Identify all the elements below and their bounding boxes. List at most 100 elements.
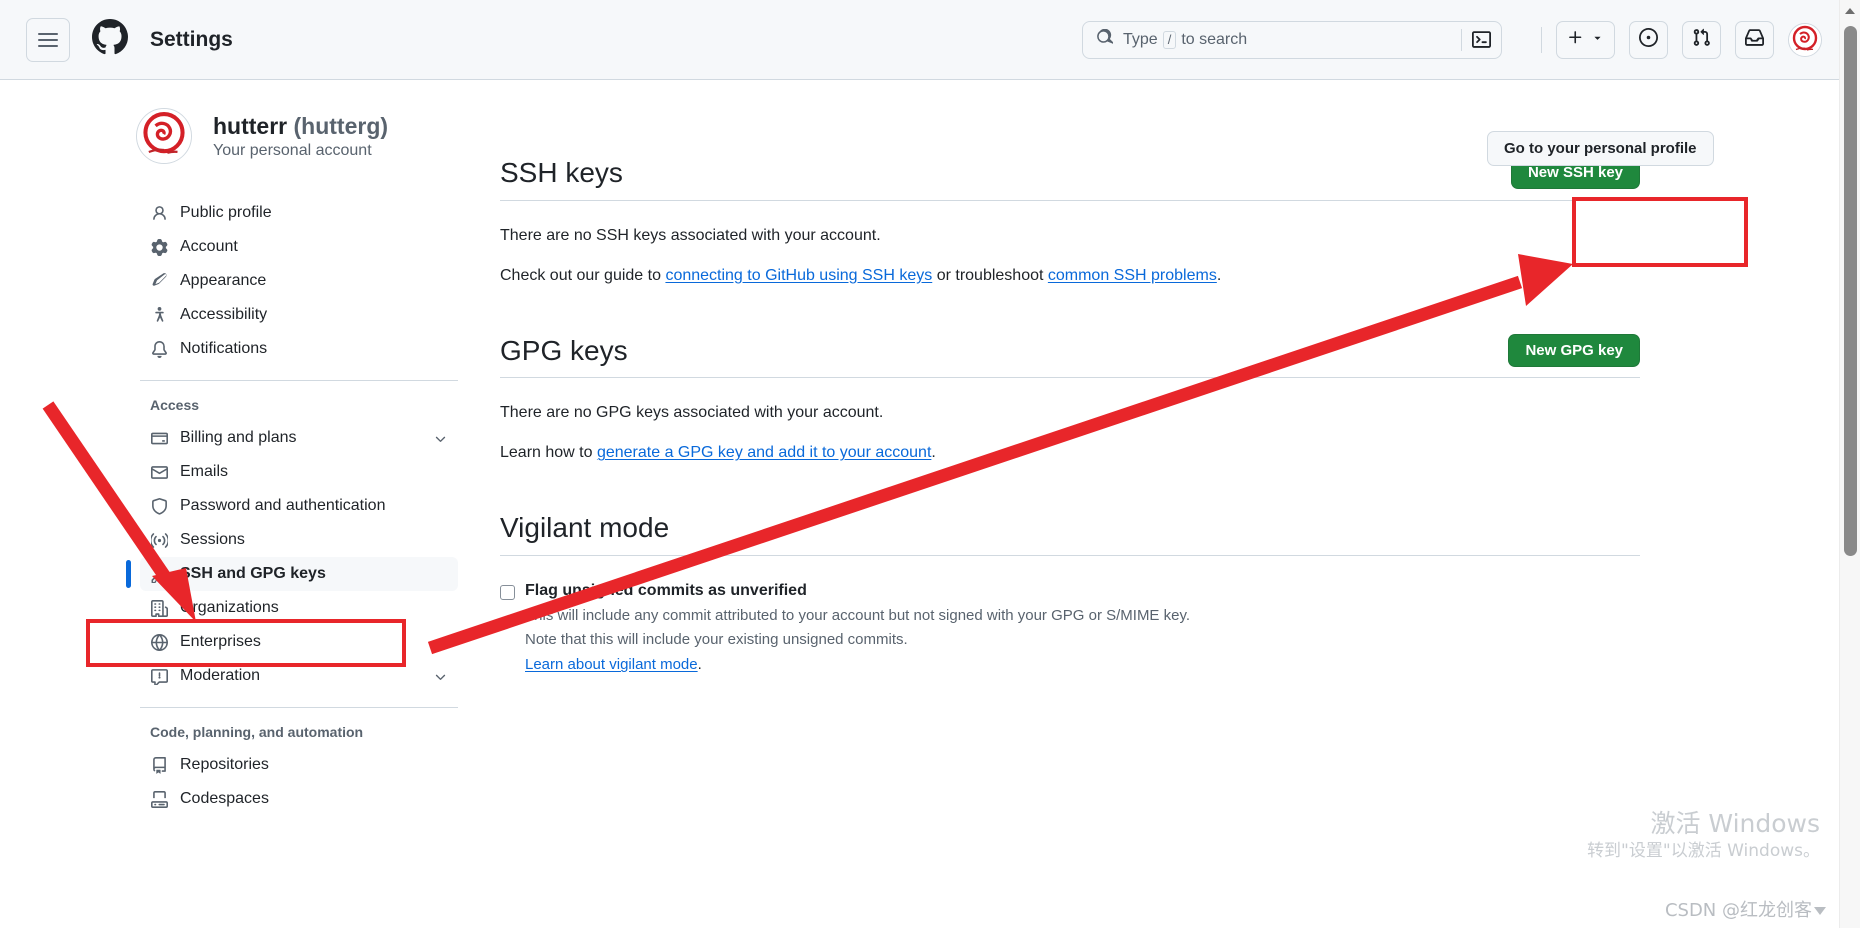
repo-icon bbox=[150, 756, 168, 774]
divider bbox=[140, 707, 458, 708]
sidebar-item-label: Enterprises bbox=[180, 633, 261, 650]
chevron-down-icon bbox=[1591, 31, 1604, 49]
create-new-button[interactable] bbox=[1556, 20, 1615, 59]
profile-handle: (hutterg) bbox=[293, 113, 389, 140]
hamburger-line bbox=[38, 38, 58, 41]
report-icon bbox=[150, 667, 168, 685]
globe-icon bbox=[150, 633, 168, 651]
vigilant-mode-note-2: Note that this will include your existin… bbox=[525, 630, 908, 648]
sidebar-item-emails[interactable]: Emails bbox=[140, 455, 458, 489]
bell-icon bbox=[150, 340, 168, 358]
sidebar-item-label: Emails bbox=[180, 463, 229, 480]
chevron-down-icon[interactable] bbox=[433, 669, 448, 684]
flag-unsigned-commits-label[interactable]: Flag unsigned commits as unverified bbox=[525, 582, 1190, 600]
triangle-up-icon[interactable] bbox=[1840, 0, 1860, 21]
sidebar-section-title: Access bbox=[150, 397, 200, 413]
sidebar-item-billing-and-plans[interactable]: Billing and plans bbox=[140, 421, 458, 455]
key-icon bbox=[150, 565, 168, 583]
connecting-to-github-link[interactable]: connecting to GitHub using SSH keys bbox=[665, 267, 932, 284]
sidebar-item-codespaces[interactable]: Codespaces bbox=[140, 782, 458, 816]
learn-prefix: Learn how to bbox=[500, 444, 597, 462]
guide-suffix: . bbox=[1216, 266, 1222, 284]
inbox-icon bbox=[1745, 28, 1764, 52]
sidebar-item-notifications[interactable]: Notifications bbox=[140, 332, 458, 366]
page-title: Settings bbox=[150, 27, 233, 51]
sidebar-group-access: Access Billing and plans Emails Password… bbox=[126, 397, 458, 693]
shield-lock-icon bbox=[150, 497, 168, 515]
sidebar-item-ssh-and-gpg-keys[interactable]: SSH and GPG keys bbox=[126, 557, 458, 591]
issue-opened-icon bbox=[1639, 27, 1658, 52]
vigilant-mode-header: Vigilant mode bbox=[500, 511, 1640, 556]
sidebar-item-sessions[interactable]: Sessions bbox=[140, 523, 458, 557]
sidebar-group-general: Public profile Account Appearance Access… bbox=[140, 196, 458, 366]
sidebar-item-label: Organizations bbox=[180, 599, 279, 616]
sidebar-section-title: Code, planning, and automation bbox=[150, 724, 364, 740]
vertical-scrollbar[interactable] bbox=[1839, 0, 1860, 928]
sidebar-item-repositories[interactable]: Repositories bbox=[140, 748, 458, 782]
ssh-keys-header: SSH keys New SSH key bbox=[500, 156, 1640, 201]
hamburger-line bbox=[38, 44, 58, 47]
pull-requests-button[interactable] bbox=[1682, 20, 1721, 59]
learn-suffix: . bbox=[931, 444, 936, 462]
sidebar-item-label: Repositories bbox=[180, 756, 269, 773]
github-logo-icon[interactable] bbox=[92, 19, 129, 60]
sidebar-item-label: Codespaces bbox=[180, 790, 269, 807]
scrollbar-thumb[interactable] bbox=[1844, 26, 1857, 556]
generate-gpg-key-link[interactable]: generate a GPG key and add it to your ac… bbox=[597, 444, 931, 461]
sidebar-item-label: Billing and plans bbox=[180, 429, 297, 446]
broadcast-icon bbox=[150, 531, 168, 549]
link-suffix: . bbox=[697, 656, 702, 674]
settings-main-content: SSH keys New SSH key There are no SSH ke… bbox=[500, 108, 1750, 928]
common-ssh-problems-link[interactable]: common SSH problems bbox=[1048, 267, 1217, 284]
sidebar-nav-list: Public profile Account Appearance Access… bbox=[140, 196, 458, 366]
vigilant-mode-checkbox-body: Flag unsigned commits as unverified This… bbox=[525, 582, 1190, 674]
sidebar-item-moderation[interactable]: Moderation bbox=[140, 659, 458, 693]
page-body: hutterr (hutterg) Your personal account … bbox=[0, 80, 1860, 928]
vigilant-mode-link-wrap: Learn about vigilant mode. bbox=[525, 656, 1190, 673]
issues-button[interactable] bbox=[1629, 20, 1668, 59]
hamburger-menu-icon[interactable] bbox=[26, 17, 70, 62]
paintbrush-icon bbox=[150, 272, 168, 290]
search-icon bbox=[1096, 28, 1114, 51]
ssh-keys-guide-text: Check out our guide to connecting to Git… bbox=[500, 264, 1640, 288]
flag-unsigned-commits-checkbox[interactable] bbox=[500, 584, 515, 600]
sidebar-item-label: Notifications bbox=[180, 340, 268, 357]
sidebar-item-label: Moderation bbox=[180, 667, 261, 684]
hamburger-line bbox=[38, 32, 58, 35]
learn-about-vigilant-mode-link[interactable]: Learn about vigilant mode bbox=[525, 656, 698, 673]
go-to-personal-profile-button[interactable]: Go to your personal profile bbox=[1487, 131, 1714, 166]
chevron-down-icon[interactable] bbox=[433, 431, 448, 446]
avatar[interactable] bbox=[136, 108, 192, 164]
sidebar-item-label: Appearance bbox=[180, 272, 267, 289]
divider bbox=[140, 380, 458, 381]
sidebar-item-enterprises[interactable]: Enterprises bbox=[140, 625, 458, 659]
sidebar-nav-list: Billing and plans Emails Password and au… bbox=[126, 421, 458, 693]
mail-icon bbox=[150, 463, 168, 481]
accessibility-icon bbox=[150, 306, 168, 324]
sidebar-item-label: Password and authentication bbox=[180, 497, 386, 514]
header-actions bbox=[1541, 18, 1822, 62]
notifications-button[interactable] bbox=[1735, 20, 1774, 59]
sidebar-item-public-profile[interactable]: Public profile bbox=[140, 196, 458, 230]
gpg-keys-empty-message: There are no GPG keys associated with yo… bbox=[500, 404, 884, 422]
guide-prefix: Check out our guide to bbox=[500, 266, 666, 284]
terminal-icon[interactable] bbox=[1461, 28, 1491, 51]
plus-icon bbox=[1567, 29, 1584, 51]
sidebar-item-label: Accessibility bbox=[180, 306, 268, 323]
sidebar-item-account[interactable]: Account bbox=[140, 230, 458, 264]
sidebar-item-label: SSH and GPG keys bbox=[180, 565, 326, 582]
search-placeholder-text: Type / to search bbox=[1123, 30, 1248, 49]
ssh-keys-section: SSH keys New SSH key There are no SSH ke… bbox=[500, 156, 1640, 288]
sidebar-item-accessibility[interactable]: Accessibility bbox=[140, 298, 458, 332]
gear-icon bbox=[150, 238, 168, 256]
search-input[interactable]: Type / to search bbox=[1082, 20, 1502, 59]
sidebar-item-organizations[interactable]: Organizations bbox=[140, 591, 458, 625]
git-pull-request-icon bbox=[1692, 28, 1711, 52]
guide-middle: or troubleshoot bbox=[932, 266, 1048, 284]
sidebar-item-password-and-authentication[interactable]: Password and authentication bbox=[140, 489, 458, 523]
profile-identity: hutterr (hutterg) Your personal account bbox=[213, 112, 388, 160]
account-avatar[interactable] bbox=[1788, 22, 1822, 57]
new-gpg-key-button[interactable]: New GPG key bbox=[1508, 333, 1640, 367]
sidebar-item-label: Sessions bbox=[180, 531, 245, 548]
sidebar-item-appearance[interactable]: Appearance bbox=[140, 264, 458, 298]
